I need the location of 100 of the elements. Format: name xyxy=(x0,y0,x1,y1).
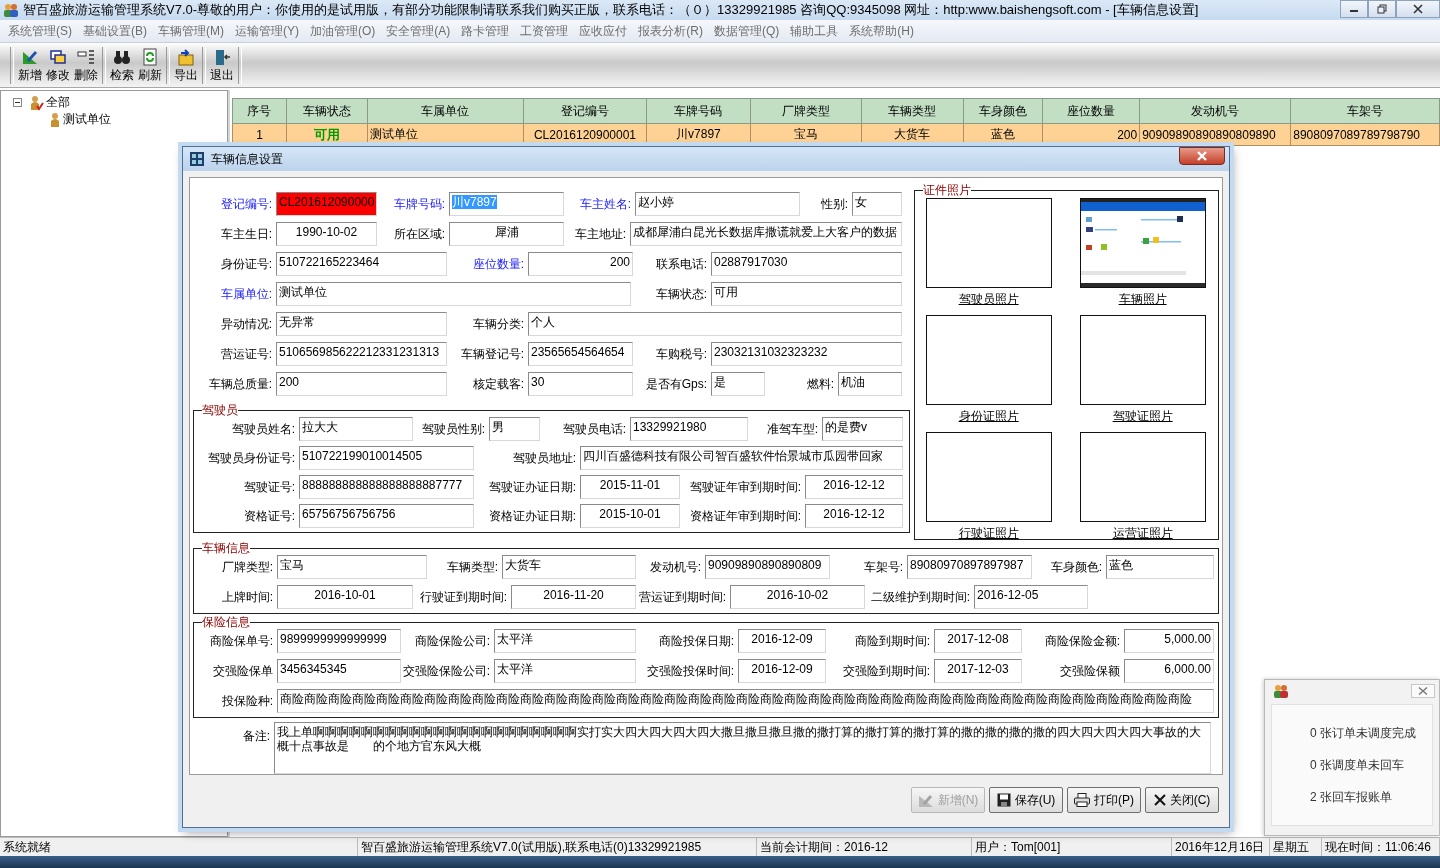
column-header[interactable]: 车辆类型 xyxy=(861,98,964,124)
text-field[interactable]: 3456345345 xyxy=(277,659,401,683)
menu-item[interactable]: 系统管理(S) xyxy=(4,22,79,40)
column-header[interactable]: 登记编号 xyxy=(523,98,647,124)
photo-frame[interactable] xyxy=(1079,315,1206,405)
text-field[interactable]: 30 xyxy=(528,372,633,396)
menu-item[interactable]: 车辆管理(M) xyxy=(154,22,231,40)
restore-button[interactable] xyxy=(1368,0,1396,18)
dialog-button[interactable]: 关闭(C) xyxy=(1145,787,1219,813)
column-header[interactable]: 车牌号码 xyxy=(646,98,751,124)
menu-item[interactable]: 应收应付 xyxy=(575,22,635,40)
text-field[interactable]: 个人 xyxy=(528,312,902,336)
text-field[interactable]: 大货车 xyxy=(502,555,636,579)
text-field[interactable]: 9899999999999999 xyxy=(277,629,401,653)
tree-item[interactable]: 全部 xyxy=(46,94,70,111)
text-field[interactable]: 蓝色 xyxy=(1106,555,1214,579)
notification-text[interactable]: 2 张回车报账单 xyxy=(1310,789,1432,806)
text-field[interactable]: 23565654564654 xyxy=(528,342,633,366)
menu-item[interactable]: 数据管理(Q) xyxy=(710,22,787,40)
text-field[interactable]: 机油 xyxy=(838,372,902,396)
text-field[interactable]: 2016-12-09 xyxy=(738,629,826,653)
text-field[interactable]: 200 xyxy=(528,252,633,276)
text-field[interactable]: 200 xyxy=(276,372,447,396)
text-field[interactable]: 2016-12-12 xyxy=(805,504,903,528)
text-field[interactable]: 510656985622212331231313 xyxy=(276,342,447,366)
toolbar-button[interactable]: 修改 xyxy=(44,47,72,84)
menu-item[interactable]: 辅助工具 xyxy=(786,22,846,40)
text-field[interactable]: 89080970897897987 xyxy=(907,555,1032,579)
text-field[interactable]: 可用 xyxy=(711,282,902,306)
menu-item[interactable]: 系统帮助(H) xyxy=(845,22,921,40)
photo-label[interactable]: 车辆照片 xyxy=(1118,288,1167,315)
text-field[interactable]: 2016-11-20 xyxy=(511,585,636,609)
text-field[interactable]: 2016-12-05 xyxy=(974,585,1088,609)
remark-field[interactable]: 我上单啊啊啊啊啊啊啊啊啊啊啊啊啊啊啊啊啊啊啊啊啊啊实打实大四大四大四大四大撒旦撒旦撒旦撒的撒打算的撒打算的撒打算的撒的撒的撒的撒的四大四大四大四大事故的大概十点事故是 的个地方官东风大概 xyxy=(274,722,1211,774)
column-header[interactable]: 发动机号 xyxy=(1139,98,1291,124)
text-field[interactable]: 太平洋 xyxy=(494,629,636,653)
tree-item[interactable]: 测试单位 xyxy=(63,111,111,128)
text-field[interactable]: 2016-12-12 xyxy=(805,475,903,499)
text-field[interactable]: 2016-10-02 xyxy=(730,585,865,609)
text-field[interactable]: 成都犀浦白昆光长数据库撒谎就爱上大客户的数据 xyxy=(630,222,902,246)
text-field[interactable]: 男 xyxy=(489,417,540,441)
toolbar-button[interactable]: 检索 xyxy=(108,47,136,84)
column-header[interactable]: 车架号 xyxy=(1290,98,1440,124)
text-field[interactable]: 宝马 xyxy=(277,555,427,579)
column-header[interactable]: 序号 xyxy=(232,98,287,124)
text-field[interactable]: 犀浦 xyxy=(449,222,564,246)
text-field[interactable]: 四川百盛德科技有限公司智百盛软件怡景城市瓜园带回家 xyxy=(580,446,903,470)
photo-label[interactable]: 运营证照片 xyxy=(1112,522,1173,549)
dialog-button[interactable]: 保存(U) xyxy=(989,787,1063,813)
text-field[interactable]: 2017-12-08 xyxy=(934,629,1022,653)
column-header[interactable]: 车属单位 xyxy=(367,98,524,124)
text-field[interactable]: 商险商险商险商险商险商险商险商险商险商险商险商险商险商险商险商险商险商险商险商险商险商险商险商险商险商险商险商险商险商险商险商险商险商险商险商险商险商险 xyxy=(277,689,1214,713)
text-field[interactable]: 2016-12-09 xyxy=(738,659,826,683)
text-field[interactable]: 65756756756756 xyxy=(299,504,474,528)
photo-label[interactable]: 驾驶证照片 xyxy=(1112,405,1173,432)
photo-frame[interactable] xyxy=(1079,432,1206,522)
text-field[interactable]: 2015-11-01 xyxy=(580,475,680,499)
close-button[interactable] xyxy=(1179,147,1225,165)
text-field[interactable]: 2017-12-03 xyxy=(934,659,1022,683)
close-button[interactable] xyxy=(1396,0,1440,18)
text-field[interactable]: 测试单位 xyxy=(276,282,631,306)
minimize-button[interactable] xyxy=(1340,0,1368,18)
text-field[interactable]: 拉大大 xyxy=(299,417,413,441)
toolbar-button[interactable]: 导出 xyxy=(172,47,200,84)
dialog-button[interactable]: 打印(P) xyxy=(1067,787,1141,813)
menu-item[interactable]: 工资管理 xyxy=(516,22,576,40)
text-field[interactable]: 女 xyxy=(852,192,902,216)
collapse-icon[interactable] xyxy=(13,98,22,107)
notification-text[interactable]: 0 张订单未调度完成 xyxy=(1310,725,1432,742)
menu-item[interactable]: 报表分析(R) xyxy=(634,22,710,40)
photo-label[interactable]: 身份证照片 xyxy=(958,405,1019,432)
text-field[interactable]: 23032131032323232 xyxy=(711,342,902,366)
text-field[interactable]: 888888888888888888887777 xyxy=(299,475,474,499)
column-header[interactable]: 车辆状态 xyxy=(286,98,368,124)
text-field[interactable]: 90909890890890809 xyxy=(705,555,830,579)
text-field[interactable]: 510722165223464 xyxy=(276,252,447,276)
photo-label[interactable]: 驾驶员照片 xyxy=(958,288,1019,315)
text-field[interactable]: 无异常 xyxy=(276,312,447,336)
text-field[interactable]: 02887917030 xyxy=(711,252,902,276)
text-field[interactable]: 2015-10-01 xyxy=(580,504,680,528)
column-header[interactable]: 车身颜色 xyxy=(963,98,1043,124)
text-field[interactable]: 510722199010014505 xyxy=(299,446,474,470)
text-field[interactable]: 的是费v xyxy=(822,417,903,441)
toolbar-button[interactable]: 退出 xyxy=(208,47,236,84)
toolbar-button[interactable]: 刷新 xyxy=(136,47,164,84)
text-field[interactable]: CL201612090000 xyxy=(276,192,377,216)
menu-item[interactable]: 加油管理(O) xyxy=(306,22,383,40)
photo-label[interactable]: 行驶证照片 xyxy=(958,522,1019,549)
photo-frame[interactable] xyxy=(925,315,1052,405)
text-field[interactable]: 1990-10-02 xyxy=(276,222,377,246)
column-header[interactable]: 座位数量 xyxy=(1042,98,1140,124)
menu-item[interactable]: 基础设置(B) xyxy=(79,22,154,40)
notification-text[interactable]: 0 张调度单未回车 xyxy=(1310,757,1432,774)
menu-item[interactable]: 安全管理(A) xyxy=(382,22,458,40)
column-header[interactable]: 厂牌类型 xyxy=(750,98,861,124)
menu-item[interactable]: 运输管理(Y) xyxy=(231,22,306,40)
toolbar-button[interactable]: 删除 xyxy=(72,47,100,84)
text-field[interactable]: 5,000.00 xyxy=(1124,629,1214,653)
photo-frame[interactable] xyxy=(925,432,1052,522)
text-field[interactable]: 是 xyxy=(711,372,765,396)
